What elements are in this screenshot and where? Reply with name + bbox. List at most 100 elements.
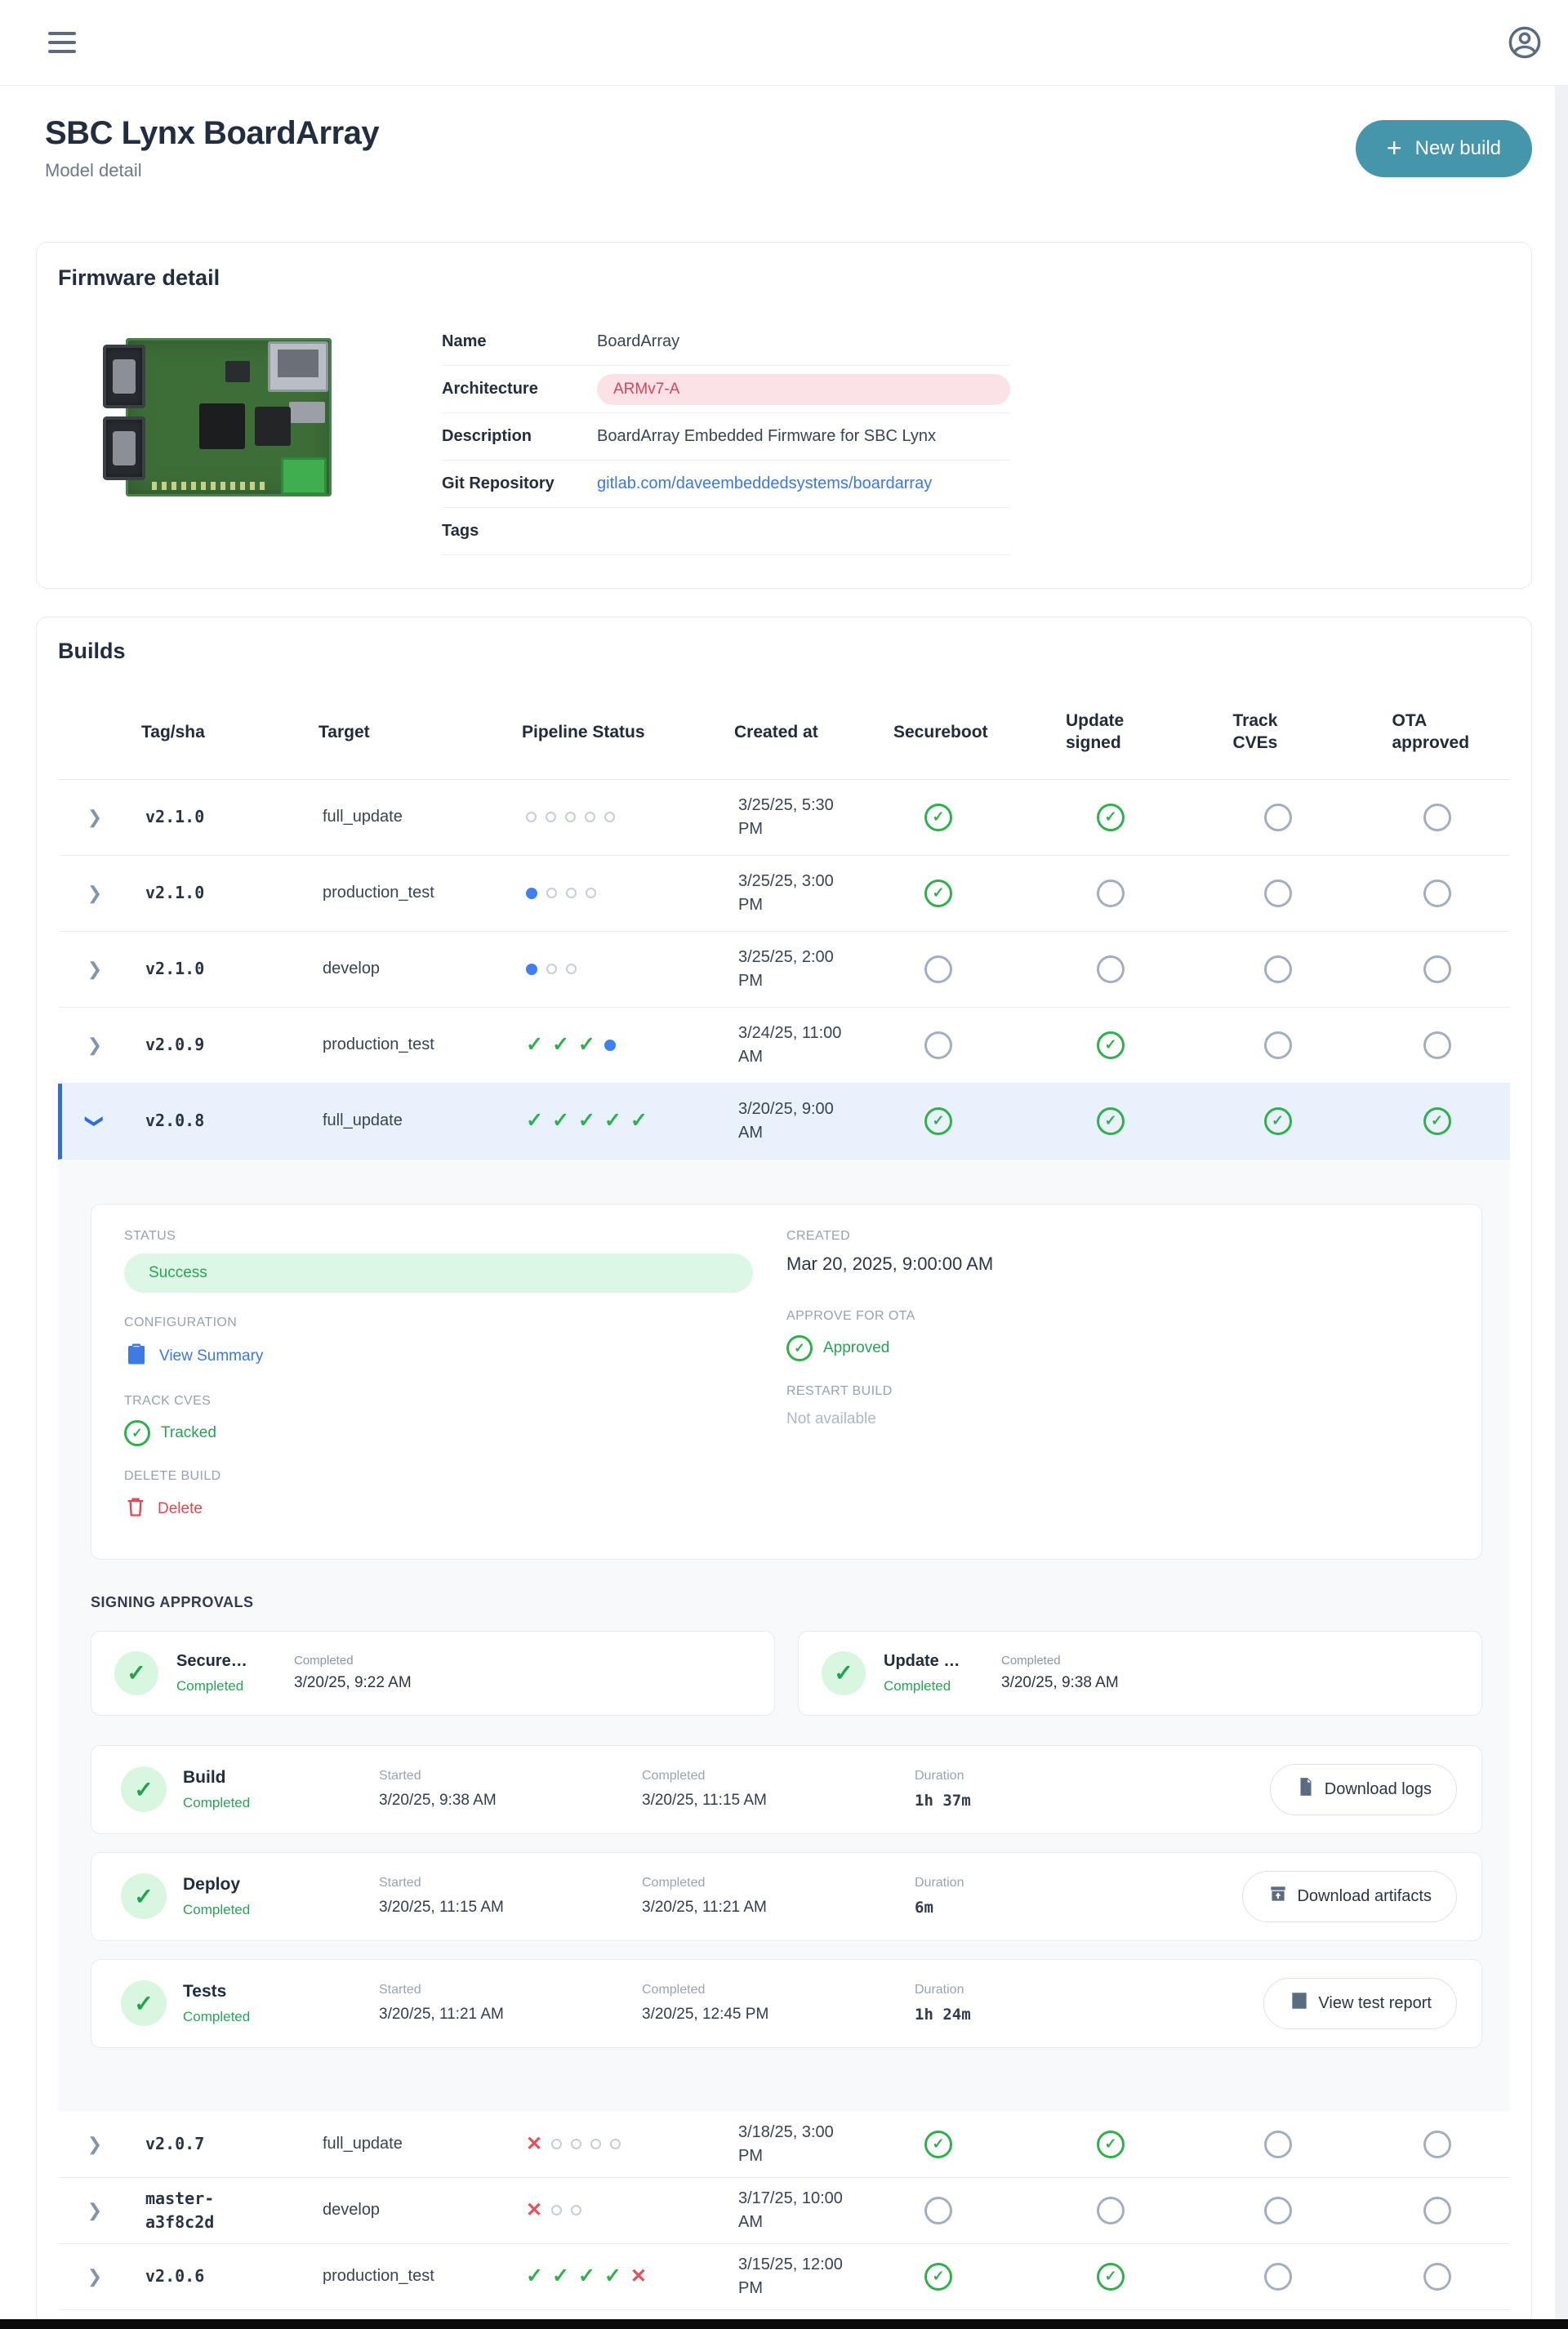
row-expand-chevron-icon[interactable]: ❯ — [87, 1035, 102, 1056]
pipeline-pending-icon — [566, 964, 577, 975]
secureboot-checked-icon: ✓ — [924, 803, 952, 831]
stage-action-button[interactable]: Download artifacts — [1242, 1870, 1457, 1922]
update-signed-unchecked-icon — [1097, 955, 1125, 983]
pipeline-pending-icon — [586, 888, 596, 899]
stage-action-button[interactable]: View test report — [1263, 1977, 1457, 2029]
pipeline-pending-icon — [546, 812, 556, 823]
col-pipeline-status: Pipeline Status — [522, 722, 645, 741]
stage-status: Completed — [183, 1794, 251, 1810]
build-row[interactable]: ❯ v2.0.7 full_update ✕ 3/18/25, 3:00 PM … — [58, 2112, 1510, 2178]
builds-heading: Builds — [58, 639, 126, 663]
build-created-at: 3/15/25, 12:00 PM — [738, 2255, 843, 2297]
status-label: STATUS — [124, 1228, 176, 1243]
build-created-at: 3/25/25, 5:30 PM — [738, 795, 834, 838]
pipeline-status-cell: ✕ — [507, 2200, 718, 2220]
update-signed-unchecked-icon — [1097, 2196, 1125, 2224]
builds-table: Tag/sha Target Pipeline Status Created a… — [58, 685, 1510, 2310]
build-row[interactable]: ❯ v2.0.8 full_update ✓ ✓ ✓ ✓ ✓ 3/20/25, 9:00… — [58, 1083, 1510, 1160]
signing-approval-card: ✓ Secure… Completed Completed 3/20/25, 9… — [91, 1630, 775, 1716]
build-row[interactable]: ❯ v2.1.0 full_update 3/25/25, 5:30 PM ✓ ✓ — [58, 780, 1510, 856]
stage-name: Tests — [183, 1981, 227, 2001]
check-circle-icon: ✓ — [786, 1334, 813, 1361]
stage-name: Build — [183, 1767, 226, 1787]
stage-check-icon: ✓ — [121, 1980, 167, 2027]
approval-status: Completed — [176, 1677, 244, 1694]
build-target: develop — [323, 2201, 381, 2220]
pipeline-running-icon — [526, 963, 537, 975]
row-expand-chevron-icon[interactable]: ❯ — [87, 959, 102, 980]
pipeline-pending-icon — [551, 2205, 563, 2216]
pipeline-pending-icon — [546, 888, 557, 899]
clipboard-icon — [124, 1342, 149, 1371]
approval-completed-at: 3/20/25, 9:22 AM — [294, 1674, 412, 1692]
pipeline-pending-icon — [571, 2139, 582, 2150]
pipeline-running-icon — [526, 887, 537, 899]
build-row[interactable]: ❯ v2.0.6 production_test ✓ ✓ ✓ ✓ ✕ 3/15/25, … — [58, 2244, 1510, 2310]
delete-build-button[interactable]: Delete — [124, 1495, 786, 1523]
track-cves-unchecked-icon — [1263, 879, 1292, 907]
build-target: production_test — [323, 884, 434, 902]
stage-status: Completed — [183, 2008, 251, 2024]
stage-duration: 1h 24m — [915, 2006, 971, 2024]
build-tag: v2.0.8 — [145, 1111, 205, 1131]
build-target: production_test — [323, 2267, 434, 2286]
configuration-label: CONFIGURATION — [124, 1315, 238, 1329]
row-expand-chevron-icon[interactable]: ❯ — [87, 2266, 102, 2287]
stage-duration-label: Duration — [915, 1876, 964, 1890]
col-created-at: Created at — [734, 722, 818, 741]
build-row[interactable]: ❯ master- a3f8c2d develop ✕ 3/17/25, 10:… — [58, 2178, 1510, 2244]
menu-hamburger-icon[interactable] — [48, 32, 76, 53]
build-row[interactable]: ❯ v2.0.9 production_test ✓ ✓ ✓ 3/24/25, 11… — [58, 1008, 1510, 1084]
builds-table-header: Tag/sha Target Pipeline Status Created a… — [58, 685, 1510, 780]
secureboot-unchecked-icon — [924, 1031, 952, 1059]
pipeline-pass-icon: ✓ — [526, 1109, 543, 1133]
pipeline-pending-icon — [551, 2139, 563, 2150]
ota-approved-unchecked-icon — [1423, 803, 1451, 831]
stage-action-button[interactable]: Download logs — [1269, 1763, 1457, 1815]
stage-check-icon: ✓ — [121, 1873, 167, 1920]
build-row[interactable]: ❯ v2.1.0 production_test 3/25/25, 3:00 P… — [58, 856, 1510, 932]
ota-approved-unchecked-icon — [1423, 2130, 1451, 2158]
row-expand-chevron-icon[interactable]: ❯ — [84, 1113, 105, 1128]
build-tag: v2.1.0 — [145, 807, 205, 827]
approval-completed-label: Completed — [294, 1654, 354, 1668]
stage-status: Completed — [183, 1901, 251, 1917]
stage-duration: 1h 37m — [915, 1792, 971, 1810]
row-expand-chevron-icon[interactable]: ❯ — [87, 2134, 102, 2155]
firmware-field-row: Architecture ARMv7-A — [442, 366, 1010, 413]
row-expand-chevron-icon[interactable]: ❯ — [87, 807, 102, 828]
pipeline-pending-icon — [566, 888, 577, 899]
view-summary-link[interactable]: View Summary — [124, 1342, 786, 1371]
secureboot-checked-icon: ✓ — [924, 879, 952, 907]
new-build-button[interactable]: + New build — [1355, 120, 1532, 177]
row-expand-chevron-icon[interactable]: ❯ — [87, 2200, 102, 2221]
user-avatar-icon[interactable] — [1506, 24, 1544, 61]
row-expand-chevron-icon[interactable]: ❯ — [87, 883, 102, 904]
pipeline-stage-card: ✓ Tests Completed Started 3/20/25, 11:21… — [91, 1958, 1482, 2048]
secureboot-checked-icon: ✓ — [924, 2262, 952, 2291]
firmware-field-row: Git Repository gitlab.com/daveembeddedsys… — [442, 461, 1010, 508]
cves-tracked-status: ✓ Tracked — [124, 1419, 786, 1446]
firmware-detail-card: Firmware detail Name BoardArray Architect… — [36, 242, 1532, 589]
pipeline-pass-icon: ✓ — [551, 2264, 569, 2288]
board-photo — [103, 332, 340, 503]
pipeline-pending-icon — [590, 2139, 602, 2150]
field-label: Description — [442, 427, 532, 445]
builds-card: Builds Tag/sha Target Pipeline Status Cr… — [36, 617, 1532, 2326]
stage-completed-label: Completed — [642, 1769, 706, 1783]
git-repository-link[interactable]: gitlab.com/daveembeddedsystems/boardarra… — [597, 474, 1010, 493]
ota-approved-unchecked-icon — [1423, 2196, 1451, 2224]
page-scrollbar[interactable] — [1555, 86, 1568, 2319]
approval-title: Update … — [884, 1651, 960, 1670]
update-signed-checked-icon: ✓ — [1097, 803, 1125, 831]
field-label: Architecture — [442, 380, 538, 398]
build-target: develop — [323, 960, 381, 978]
build-tag: v2.0.7 — [145, 2134, 205, 2154]
build-row[interactable]: ❯ v2.1.0 develop 3/25/25, 2:00 PM — [58, 932, 1510, 1008]
created-value: Mar 20, 2025, 9:00:00 AM — [786, 1253, 994, 1274]
top-navigation-bar — [0, 0, 1568, 86]
stage-started-at: 3/20/25, 11:21 AM — [379, 2006, 504, 2024]
restart-not-available: Not available — [786, 1409, 876, 1427]
build-target: production_test — [323, 1035, 434, 1054]
build-tag: v2.1.0 — [145, 883, 205, 903]
